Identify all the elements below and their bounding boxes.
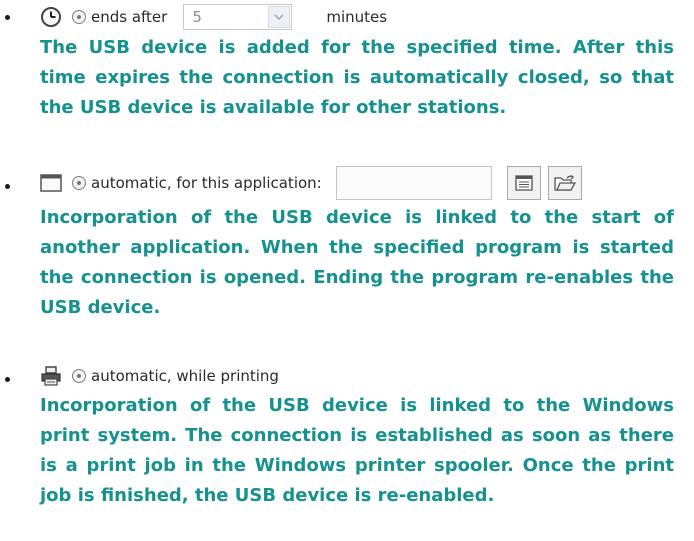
- bullet: [5, 15, 10, 20]
- chevron-down-icon[interactable]: [268, 6, 291, 28]
- duration-spinbox[interactable]: 5: [183, 4, 293, 30]
- ends-after-option-row: ends after 5 minutes: [40, 3, 387, 31]
- clock-icon: [40, 6, 62, 28]
- printer-icon: [40, 366, 62, 386]
- browse-button[interactable]: [547, 166, 582, 200]
- application-path-input[interactable]: [335, 166, 492, 200]
- application-radio[interactable]: automatic, for this application:: [72, 174, 322, 192]
- radio-button[interactable]: [72, 10, 86, 24]
- ends-after-label: ends after: [91, 8, 168, 26]
- duration-value[interactable]: 5: [184, 8, 268, 26]
- printing-radio[interactable]: automatic, while printing: [72, 367, 279, 385]
- printing-option-row: automatic, while printing: [40, 362, 279, 390]
- printing-label: automatic, while printing: [91, 367, 279, 385]
- printing-description: Incorporation of the USB device is linke…: [40, 395, 674, 506]
- bullet: [5, 377, 10, 382]
- application-label: automatic, for this application:: [91, 174, 322, 192]
- ends-after-description: The USB device is added for the specifie…: [40, 37, 674, 118]
- radio-button[interactable]: [72, 369, 86, 383]
- application-window-icon: [40, 174, 62, 192]
- list-button[interactable]: [506, 166, 541, 200]
- list-icon: [515, 175, 533, 191]
- ends-after-radio[interactable]: ends after: [72, 8, 167, 26]
- bullet: [5, 184, 10, 189]
- minutes-label: minutes: [326, 8, 388, 26]
- open-folder-icon: [554, 174, 576, 191]
- radio-button[interactable]: [72, 176, 86, 190]
- application-description: Incorporation of the USB device is linke…: [40, 207, 674, 318]
- application-option-row: automatic, for this application:: [40, 166, 582, 200]
